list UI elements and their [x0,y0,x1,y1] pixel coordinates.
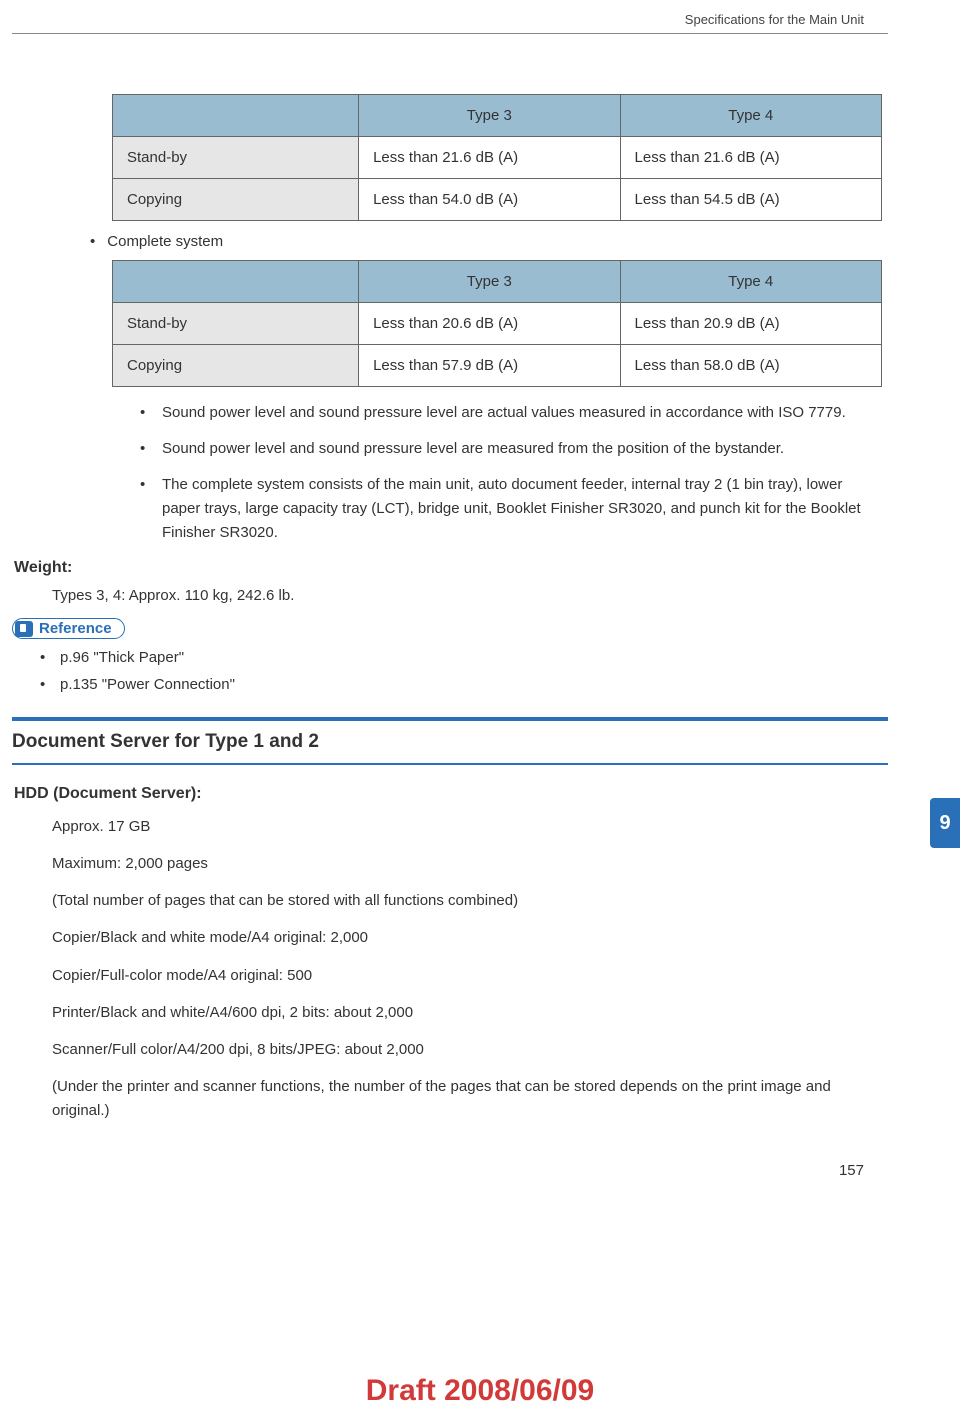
reference-label: Reference [39,620,112,637]
row-label: Stand-by [113,303,359,345]
hdd-line: Scanner/Full color/A4/200 dpi, 8 bits/JP… [52,1038,888,1061]
hdd-line: Copier/Full-color mode/A4 original: 500 [52,964,888,987]
row-label: Copying [113,345,359,387]
row-value: Less than 20.9 dB (A) [620,303,881,345]
weight-value: Types 3, 4: Approx. 110 kg, 242.6 lb. [52,587,888,604]
reference-badge: Reference [12,618,125,639]
table-header-blank [113,261,359,303]
table-header-type4: Type 4 [620,95,881,137]
table-row: Stand-by Less than 21.6 dB (A) Less than… [113,137,882,179]
reference-item: p.96 "Thick Paper" [40,649,888,666]
table-row: Copying Less than 57.9 dB (A) Less than … [113,345,882,387]
header-divider [12,33,888,34]
hdd-block: HDD (Document Server): Approx. 17 GB Max… [14,785,888,1122]
hdd-line: (Under the printer and scanner functions… [52,1075,888,1122]
complete-system-label: Complete system [90,233,888,250]
hdd-line: Approx. 17 GB [52,815,888,838]
table-row: Stand-by Less than 20.6 dB (A) Less than… [113,303,882,345]
row-value: Less than 54.5 dB (A) [620,179,881,221]
weight-label: Weight: [14,559,888,577]
table-header-row: Type 3 Type 4 [113,261,882,303]
row-value: Less than 21.6 dB (A) [620,137,881,179]
row-value: Less than 54.0 dB (A) [359,179,620,221]
reference-icon [15,621,33,637]
draft-stamp: Draft 2008/06/09 [0,1374,960,1408]
page-number: 157 [12,1162,888,1179]
notes-list: Sound power level and sound pressure lev… [140,401,868,545]
row-value: Less than 58.0 dB (A) [620,345,881,387]
page-header-title: Specifications for the Main Unit [12,12,888,27]
table-header-type3: Type 3 [359,95,620,137]
row-value: Less than 21.6 dB (A) [359,137,620,179]
table-header-type3: Type 3 [359,261,620,303]
section-heading: Document Server for Type 1 and 2 [12,717,888,765]
sound-table-complete-system: Type 3 Type 4 Stand-by Less than 20.6 dB… [112,260,882,387]
row-value: Less than 57.9 dB (A) [359,345,620,387]
table-row: Copying Less than 54.0 dB (A) Less than … [113,179,882,221]
hdd-line: Maximum: 2,000 pages [52,852,888,875]
row-label: Stand-by [113,137,359,179]
note-item: Sound power level and sound pressure lev… [140,401,868,425]
hdd-line: (Total number of pages that can be store… [52,889,888,912]
row-label: Copying [113,179,359,221]
table-header-blank [113,95,359,137]
reference-list: p.96 "Thick Paper" p.135 "Power Connecti… [40,649,888,693]
hdd-title: HDD (Document Server): [14,785,888,803]
hdd-line: Printer/Black and white/A4/600 dpi, 2 bi… [52,1001,888,1024]
hdd-line: Copier/Black and white mode/A4 original:… [52,926,888,949]
sound-table-mainframe: Type 3 Type 4 Stand-by Less than 21.6 dB… [112,94,882,221]
note-item: The complete system consists of the main… [140,473,868,545]
section-bar-thin [12,763,888,765]
table-header-type4: Type 4 [620,261,881,303]
note-item: Sound power level and sound pressure lev… [140,437,868,461]
section-title: Document Server for Type 1 and 2 [12,721,888,763]
reference-item: p.135 "Power Connection" [40,676,888,693]
table-header-row: Type 3 Type 4 [113,95,882,137]
row-value: Less than 20.6 dB (A) [359,303,620,345]
